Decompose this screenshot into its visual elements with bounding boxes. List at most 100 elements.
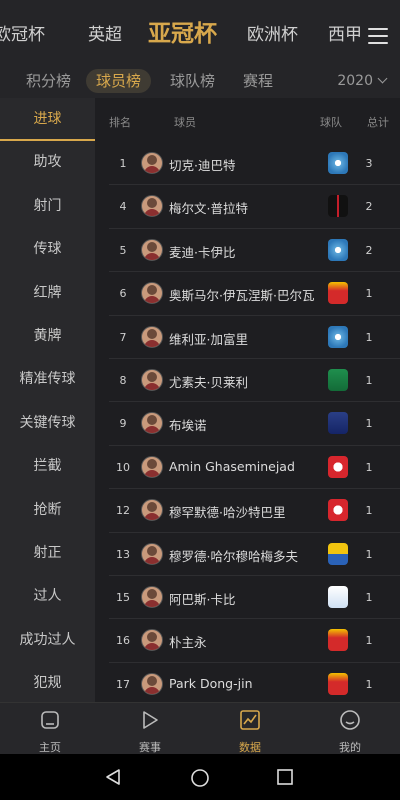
team-badge-icon[interactable] — [328, 238, 348, 261]
tab-team-ranking[interactable]: 球队榜 — [170, 69, 215, 93]
table-row[interactable]: 13 穆罗德·哈尔穆哈梅多夫 1 — [109, 533, 400, 576]
table-row[interactable]: 9 布埃诺 1 — [109, 402, 400, 446]
header-rank: 排名 — [109, 116, 131, 129]
player-avatar — [141, 672, 163, 695]
player-name[interactable]: 布埃诺 — [169, 415, 329, 434]
category-item[interactable]: 过人 — [0, 575, 95, 618]
team-badge-icon[interactable] — [328, 412, 348, 435]
category-item[interactable]: 拦截 — [0, 445, 95, 488]
player-name[interactable]: 奥斯马尔·伊瓦涅斯·巴尔瓦 — [169, 285, 329, 304]
team-badge-icon[interactable] — [328, 368, 348, 391]
player-name[interactable]: 尤素夫·贝莱利 — [169, 372, 329, 391]
player-name[interactable]: 朴主永 — [169, 632, 329, 651]
category-item[interactable]: 助攻 — [0, 141, 95, 184]
bottom-tab-label: 主页 — [39, 741, 61, 754]
header-total: 总计 — [367, 116, 389, 129]
bottom-tab-label: 赛事 — [139, 741, 161, 754]
bottom-tab-bar: 主页 赛事 数据 我的 — [0, 702, 400, 754]
table-row[interactable]: 7 维利亚·加富里 1 — [109, 316, 400, 359]
team-badge-icon[interactable] — [328, 455, 348, 478]
team-badge-icon[interactable] — [328, 629, 348, 652]
team-badge-icon[interactable] — [328, 152, 348, 174]
bottom-tab-home[interactable]: 主页 — [0, 707, 100, 755]
league-tab-ucl[interactable]: 欧冠杯 — [0, 20, 45, 45]
category-item[interactable]: 关键传球 — [0, 402, 95, 445]
table-row[interactable]: 16 朴主永 1 — [109, 619, 400, 663]
table-row[interactable]: 6 奥斯马尔·伊瓦涅斯·巴尔瓦 1 — [109, 272, 400, 316]
category-item[interactable]: 抢断 — [0, 489, 95, 532]
rank-value: 10 — [116, 460, 130, 474]
team-badge-icon[interactable] — [328, 325, 348, 348]
player-avatar — [141, 238, 163, 261]
recents-icon[interactable] — [276, 768, 294, 786]
player-avatar — [141, 325, 163, 348]
table-header: 排名 球员 球队 总计 — [95, 98, 400, 142]
team-badge-icon[interactable] — [328, 542, 348, 565]
total-value: 1 — [365, 504, 373, 518]
tab-player-ranking[interactable]: 球员榜 — [86, 69, 152, 93]
tab-standings[interactable]: 积分榜 — [26, 69, 71, 93]
category-item[interactable]: 犯规 — [0, 662, 95, 702]
player-name[interactable]: 穆罕默德·哈沙特巴里 — [169, 502, 329, 521]
total-value: 3 — [365, 157, 373, 170]
table-row[interactable]: 17 Park Dong-jin 1 — [109, 663, 400, 702]
total-value: 1 — [365, 417, 373, 431]
player-name[interactable]: 切克·迪巴特 — [169, 155, 329, 174]
player-name[interactable]: Park Dong-jin — [169, 676, 329, 691]
tab-schedule[interactable]: 赛程 — [243, 69, 273, 93]
total-value: 1 — [365, 677, 373, 691]
season-label: 2020 — [337, 73, 373, 89]
category-item[interactable]: 传球 — [0, 228, 95, 271]
player-name[interactable]: 阿巴斯·卡比 — [169, 589, 329, 608]
player-ranking-table: 排名 球员 球队 总计 1 切克·迪巴特 3 4 梅尔文·普拉特 2 5 麦迪·卡伊比 2 6 奥斯… — [95, 98, 400, 702]
league-tab-laliga[interactable]: 西甲 — [328, 20, 362, 45]
league-tab-bar: 欧冠杯 英超 亚冠杯 欧洲杯 西甲 — [0, 0, 400, 64]
home-circle-icon[interactable] — [190, 768, 210, 788]
rank-value: 7 — [119, 330, 127, 344]
category-item[interactable]: 进球 — [0, 98, 95, 142]
player-name[interactable]: 穆罗德·哈尔穆哈梅多夫 — [169, 546, 329, 565]
total-value: 1 — [365, 460, 373, 474]
team-badge-icon[interactable] — [328, 282, 348, 305]
menu-icon[interactable] — [368, 28, 388, 44]
league-tab-afc[interactable]: 亚冠杯 — [148, 14, 217, 48]
table-row[interactable]: 10 Amin Ghaseminejad 1 — [109, 446, 400, 490]
team-badge-icon[interactable] — [328, 195, 348, 218]
category-item[interactable]: 精准传球 — [0, 358, 95, 401]
team-badge-icon[interactable] — [328, 499, 348, 522]
team-badge-icon[interactable] — [328, 672, 348, 695]
header-team: 球队 — [320, 116, 342, 129]
category-item[interactable]: 红牌 — [0, 272, 95, 315]
category-item[interactable]: 成功过人 — [0, 619, 95, 662]
league-tab-euro[interactable]: 欧洲杯 — [247, 20, 298, 45]
table-row[interactable]: 15 阿巴斯·卡比 1 — [109, 576, 400, 620]
player-name[interactable]: 维利亚·加富里 — [169, 329, 329, 348]
player-name[interactable]: Amin Ghaseminejad — [169, 459, 329, 474]
table-row[interactable]: 4 梅尔文·普拉特 2 — [109, 185, 400, 229]
rank-value: 6 — [119, 287, 127, 301]
bottom-tab-data[interactable]: 数据 — [200, 707, 300, 755]
player-name[interactable]: 麦迪·卡伊比 — [169, 242, 329, 261]
player-avatar — [141, 499, 163, 522]
table-row[interactable]: 5 麦迪·卡伊比 2 — [109, 229, 400, 273]
category-item[interactable]: 射正 — [0, 532, 95, 575]
player-avatar — [141, 629, 163, 652]
total-value: 1 — [365, 634, 373, 648]
player-avatar — [141, 152, 163, 174]
table-row[interactable]: 8 尤素夫·贝莱利 1 — [109, 359, 400, 403]
category-item[interactable]: 射门 — [0, 185, 95, 228]
rank-value: 13 — [116, 547, 130, 561]
league-tab-epl[interactable]: 英超 — [88, 20, 122, 45]
home-icon — [41, 711, 59, 729]
bottom-tab-mine[interactable]: 我的 — [300, 707, 400, 755]
table-row[interactable]: 1 切克·迪巴特 3 — [109, 142, 400, 186]
bottom-tab-matches[interactable]: 赛事 — [100, 707, 200, 755]
season-selector[interactable]: 2020 — [337, 69, 388, 93]
smiley-icon — [340, 710, 360, 730]
back-icon[interactable] — [104, 768, 122, 786]
player-avatar — [141, 195, 163, 218]
player-name[interactable]: 梅尔文·普拉特 — [169, 198, 329, 217]
team-badge-icon[interactable] — [328, 585, 348, 608]
category-item[interactable]: 黄牌 — [0, 315, 95, 358]
table-row[interactable]: 12 穆罕默德·哈沙特巴里 1 — [109, 489, 400, 533]
